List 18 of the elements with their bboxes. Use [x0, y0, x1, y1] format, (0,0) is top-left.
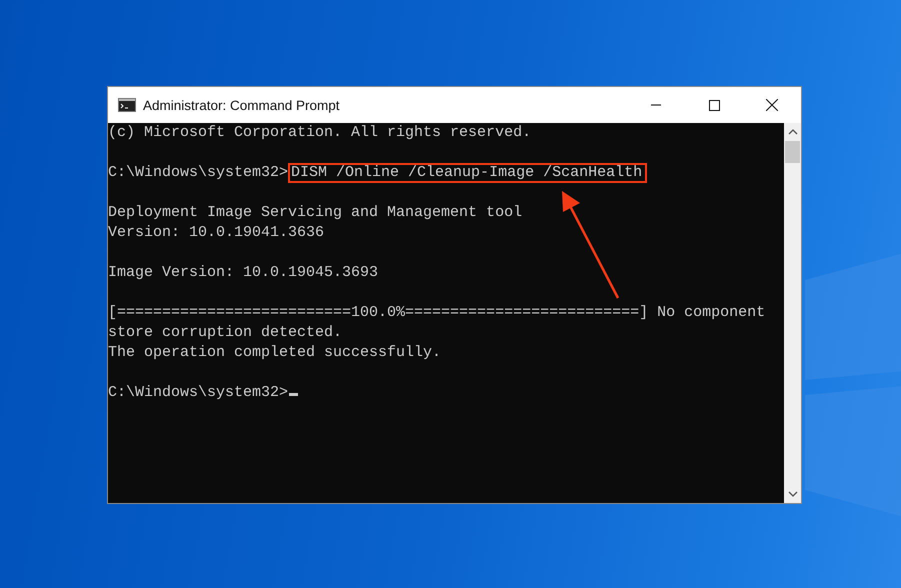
console-text: (c) Microsoft Corporation. All rights reserved.: [108, 124, 532, 141]
command-prompt: C:\Windows\system32>: [108, 384, 288, 401]
console-text: Version: 10.0.19041.3636: [108, 224, 324, 241]
window-title: Administrator: Command Prompt: [143, 98, 340, 112]
console-text: Deployment Image Servicing and Management tool: [108, 204, 522, 221]
scroll-down-icon[interactable]: [788, 491, 798, 497]
console-text: [==========================100.0%==========================] No component: [108, 304, 766, 321]
scroll-up-icon[interactable]: [788, 129, 798, 135]
console-text: Image Version: 10.0.19045.3693: [108, 264, 378, 281]
command-prompt: C:\Windows\system32>: [108, 164, 288, 181]
command-text: DISM /Online /Cleanup-Image /ScanHealth: [288, 163, 648, 183]
console-text: The operation completed successfully.: [108, 344, 442, 361]
maximize-icon: [708, 100, 720, 110]
close-icon: [766, 99, 778, 111]
scrollbar[interactable]: [784, 123, 801, 503]
scrollbar-thumb[interactable]: [785, 141, 800, 163]
terminal-icon: [118, 98, 136, 112]
console-text: store corruption detected.: [108, 324, 342, 341]
